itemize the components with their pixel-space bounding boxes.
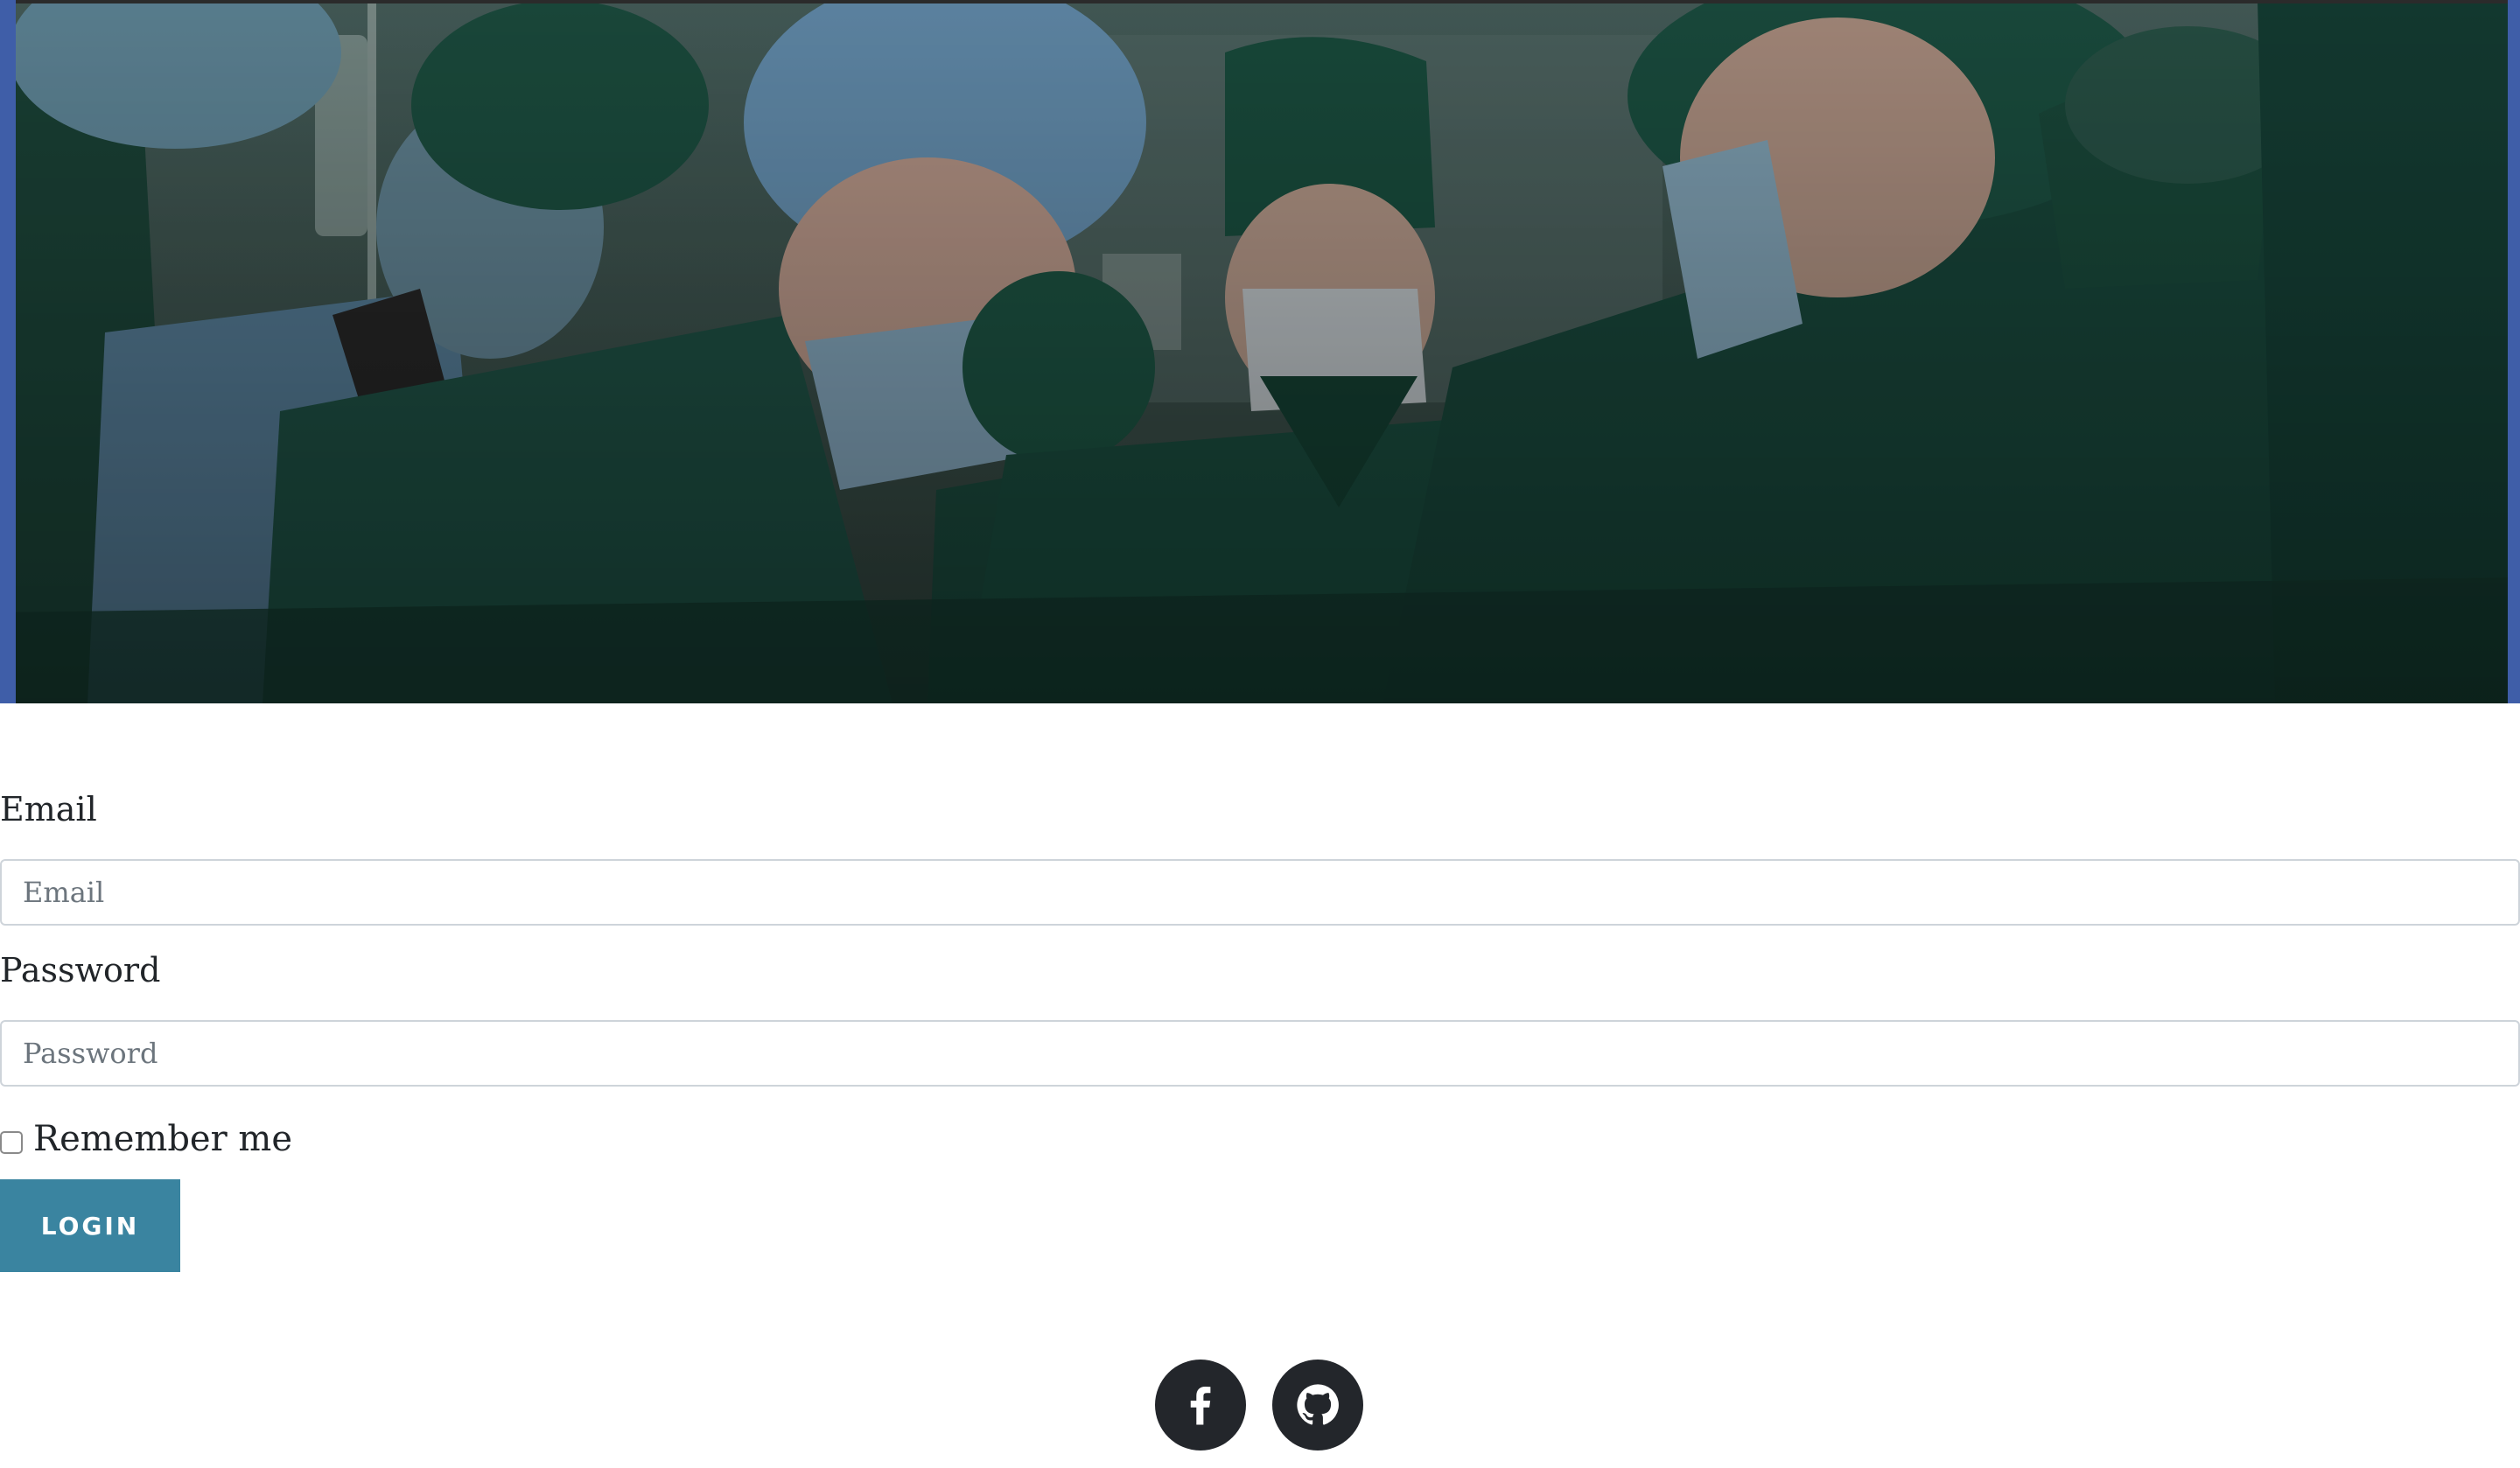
github-icon	[1297, 1384, 1339, 1425]
remember-me-checkbox[interactable]	[0, 1131, 23, 1154]
github-button[interactable]	[1272, 1360, 1363, 1451]
password-label: Password	[0, 951, 161, 989]
hero-left-edge	[0, 0, 16, 703]
facebook-icon	[1190, 1386, 1211, 1425]
remember-me-label[interactable]: Remember me	[33, 1113, 292, 1165]
login-button[interactable]: LOGIN	[0, 1179, 180, 1272]
remember-me-row: Remember me	[0, 1113, 292, 1165]
hero-top-border	[0, 0, 2520, 3]
email-input[interactable]	[0, 859, 2520, 926]
password-input[interactable]	[0, 1020, 2520, 1087]
surgeons-photo	[0, 0, 2520, 703]
social-links	[1155, 1360, 1363, 1451]
email-label: Email	[0, 790, 97, 828]
hero-image	[0, 0, 2520, 703]
hero-right-edge	[2508, 0, 2520, 703]
facebook-button[interactable]	[1155, 1360, 1246, 1451]
